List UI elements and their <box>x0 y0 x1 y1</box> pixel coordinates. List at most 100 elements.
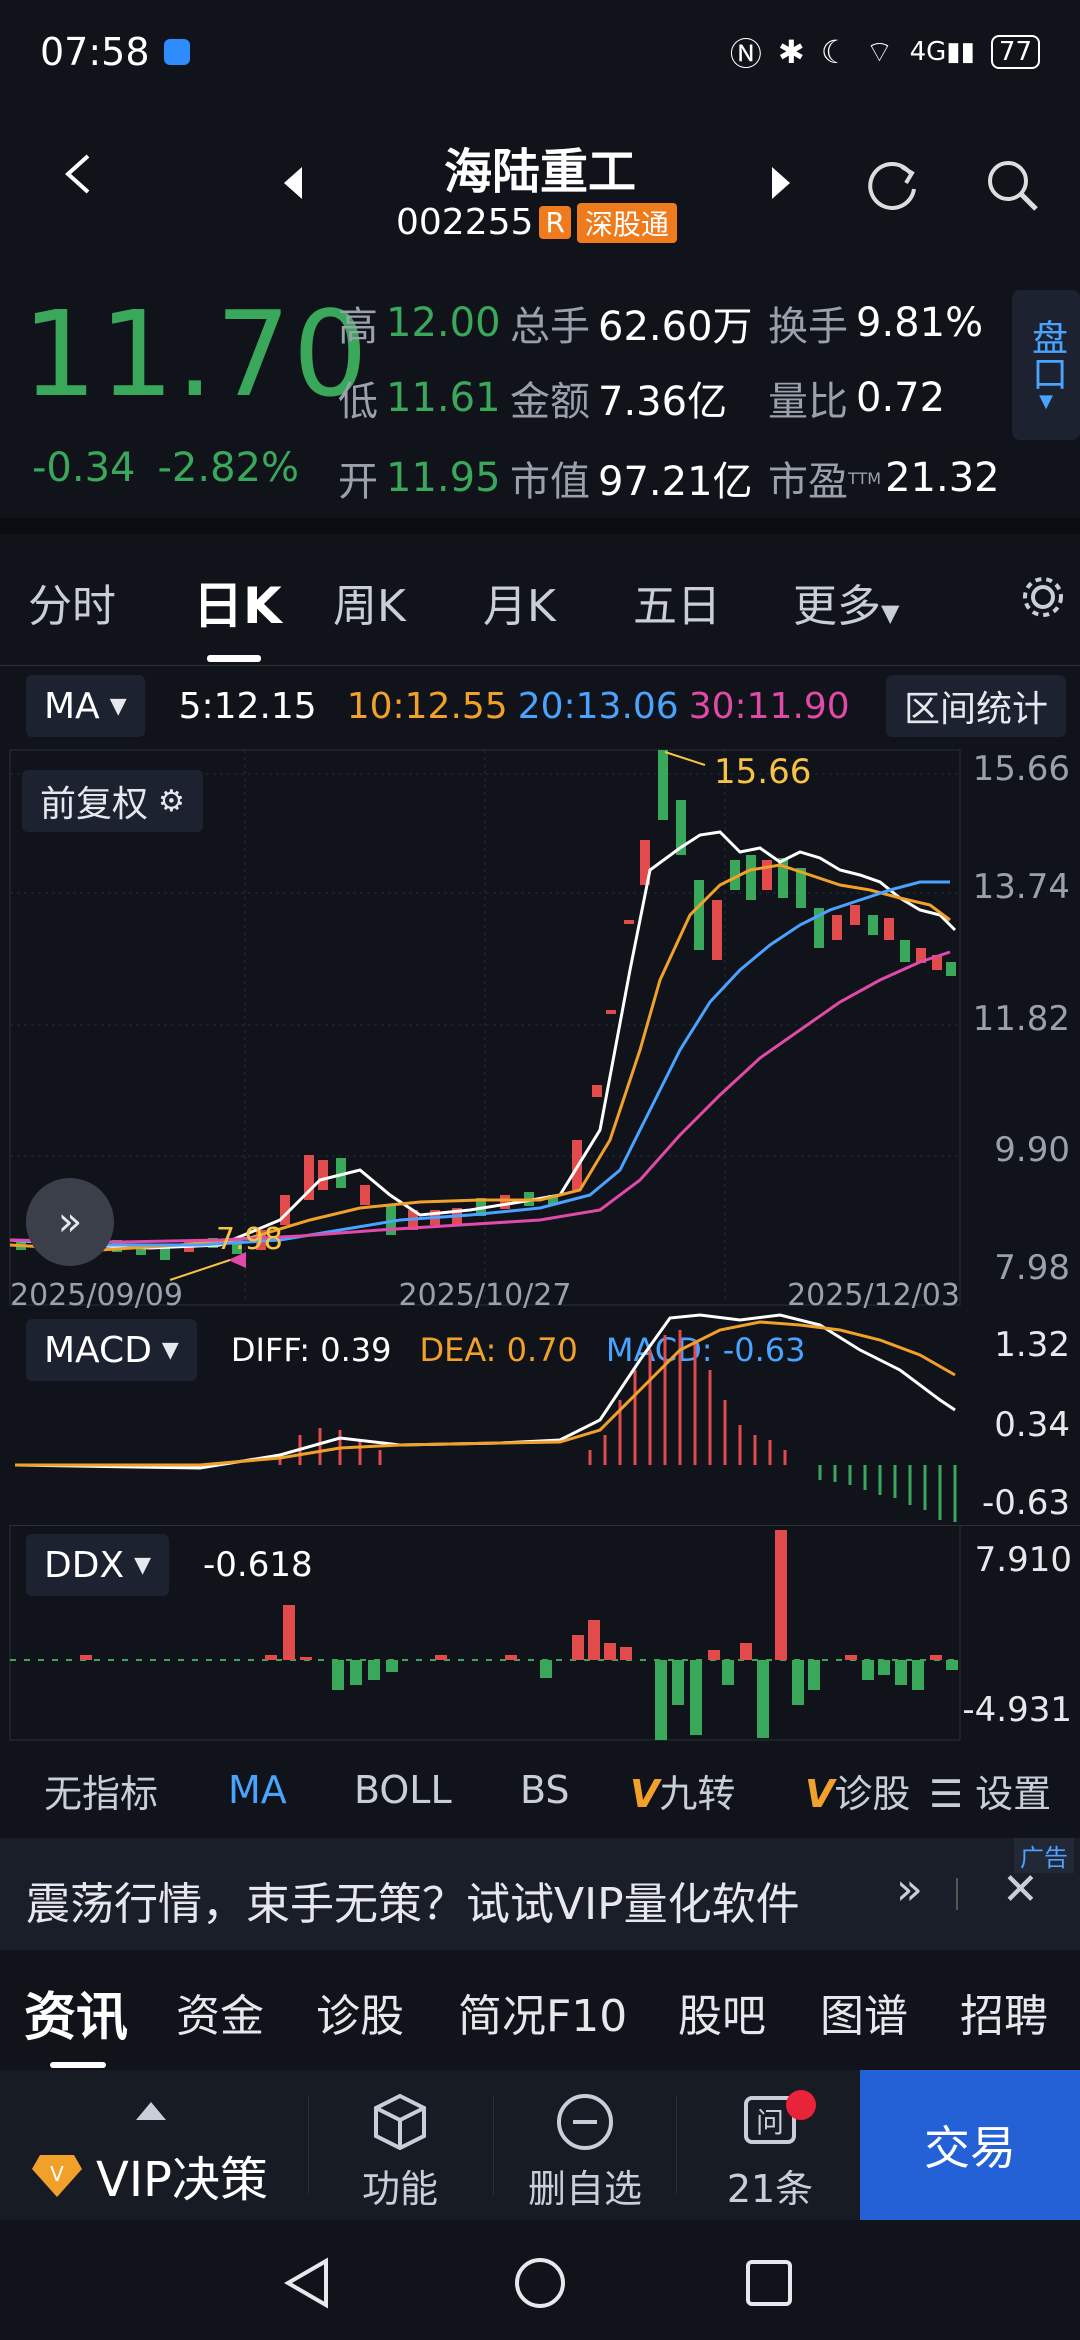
search-icon <box>988 161 1038 211</box>
info-tab-news[interactable]: 资讯 <box>24 1975 176 2050</box>
ma-selector-label: MA <box>44 685 100 727</box>
search-button[interactable] <box>982 155 1042 219</box>
next-stock-button[interactable] <box>768 165 794 205</box>
ma20-value: 20:13.06 <box>517 685 679 727</box>
indicator-diagnose[interactable]: V诊股 <box>805 1763 915 1818</box>
indicator-none[interactable]: 无指标 <box>44 1763 228 1818</box>
date-axis: 2025/09/09 2025/10/27 2025/12/03 <box>10 1278 960 1313</box>
remove-watchlist-label: 删自选 <box>527 2167 642 2211</box>
info-tab-graph[interactable]: 图谱 <box>820 1980 960 2044</box>
refresh-button[interactable] <box>862 155 922 219</box>
status-icons: Ⓝ ✱ ☾ ⌔ 4G▮▮ 77 <box>730 22 1040 82</box>
bar-divider <box>676 2095 677 2195</box>
tab-more[interactable]: 更多▼ <box>793 570 953 634</box>
ma5-value: 5:12.15 <box>178 685 317 727</box>
v-badge-icon: V <box>805 1771 835 1816</box>
ddx-chart <box>9 1525 961 1741</box>
pankou-button[interactable]: 盘口 ▼ <box>1012 290 1080 440</box>
active-tab-indicator <box>207 655 261 662</box>
pankou-label: 盘口 <box>1026 318 1067 391</box>
ask-button[interactable]: 问 21条 <box>710 2090 830 2213</box>
info-tab-diagnose[interactable]: 诊股 <box>316 1980 458 2044</box>
info-tab-forum[interactable]: 股吧 <box>678 1980 820 2044</box>
date-tick: 2025/10/27 <box>398 1278 572 1313</box>
cube-icon <box>374 2093 426 2151</box>
y-tick: 7.910 <box>974 1540 1072 1580</box>
svg-text:V: V <box>50 2162 64 2186</box>
vol-value: 62.60万 <box>598 304 753 350</box>
ma-selector[interactable]: MA ▼ <box>26 675 145 737</box>
amount-label: 金额 <box>510 379 590 425</box>
nav-recents-button[interactable] <box>744 2258 794 2312</box>
quote-grid: 高 12.00 总手 62.60万 换手 9.81% 低 11.61 金额 7.… <box>338 288 1008 518</box>
chart-settings-button[interactable] <box>1018 572 1068 633</box>
macd-y-axis: 1.32 0.34 -0.63 <box>982 1325 1070 1523</box>
info-tab-recruit[interactable]: 招聘 <box>960 1980 1048 2044</box>
adjust-button[interactable]: 前复权 ⚙ <box>22 770 203 832</box>
range-stat-button[interactable]: 区间统计 <box>885 675 1066 737</box>
info-tab-f10[interactable]: 简况F10 <box>458 1980 678 2044</box>
price-change-pct: -2.82% <box>157 445 300 491</box>
caret-down-icon: ▼ <box>1039 390 1053 412</box>
indicator-jiuzhuan-label: 九转 <box>659 1771 736 1816</box>
vip-label: VIP决策 <box>96 2152 268 2208</box>
pe-label: 市盈 <box>768 459 848 505</box>
indicator-diagnose-label: 诊股 <box>834 1771 911 1816</box>
remove-watchlist-button[interactable]: 删自选 <box>520 2090 650 2213</box>
y-tick: 0.34 <box>994 1405 1070 1445</box>
tab-fenshi[interactable]: 分时 <box>28 570 193 634</box>
caret-down-icon: ▼ <box>109 693 127 719</box>
tab-month-k[interactable]: 月K <box>483 570 633 634</box>
wifi-icon: ⌔ <box>865 35 894 70</box>
function-button[interactable]: 功能 <box>345 2090 455 2213</box>
tag-r: R <box>539 206 571 239</box>
indicator-settings-label: 设置 <box>975 1771 1052 1816</box>
adjust-label: 前复权 <box>40 784 149 825</box>
nfc-icon: Ⓝ <box>729 35 762 73</box>
bar-divider <box>493 2095 494 2195</box>
open-label: 开 <box>338 459 378 505</box>
nav-home-icon <box>515 2258 565 2308</box>
indicator-ma[interactable]: MA <box>228 1768 354 1812</box>
expand-up-icon[interactable] <box>134 2100 168 2126</box>
indicator-jiuzhuan[interactable]: V九转 <box>630 1763 805 1818</box>
y-tick: 11.82 <box>972 999 1070 1039</box>
tag-exchange: 深股通 <box>576 202 677 243</box>
stock-code-row: 002255 R 深股通 <box>396 202 677 243</box>
trade-button[interactable]: 交易 <box>860 2070 1080 2220</box>
expand-sidebar-button[interactable]: » <box>26 1178 114 1266</box>
gear-icon <box>1023 576 1063 617</box>
tab-day-k[interactable]: 日K <box>193 566 333 638</box>
signal-icon: 4G▮▮ <box>909 37 975 67</box>
high-mark: 15.66 <box>714 752 811 792</box>
info-tab-indicator <box>50 2062 106 2068</box>
y-tick: 13.74 <box>972 867 1070 907</box>
status-time: 07:58 <box>40 30 150 74</box>
ratio-value: 0.72 <box>856 375 946 421</box>
indicator-bs[interactable]: BS <box>520 1768 630 1812</box>
high-label: 高 <box>338 304 378 350</box>
tab-more-label: 更多 <box>793 581 881 632</box>
current-price: 11.70 <box>22 285 370 423</box>
y-tick: 7.98 <box>994 1248 1070 1288</box>
price-change-row: -0.34 -2.82% <box>32 445 299 491</box>
refresh-icon <box>868 162 916 210</box>
vip-button[interactable]: V VIP决策 <box>30 2140 268 2210</box>
tab-week-k[interactable]: 周K <box>333 570 483 634</box>
ad-banner[interactable]: 震荡行情，束手无策？试试VIP量化软件 » ✕ 广告 <box>0 1838 1080 1950</box>
indicator-settings[interactable]: ☰ 设置 <box>929 1763 1051 1818</box>
notification-dot <box>786 2090 816 2120</box>
ma10-value: 10:12.55 <box>346 685 508 727</box>
indicator-boll[interactable]: BOLL <box>354 1768 520 1812</box>
kline-y-axis: 15.66 13.74 11.82 9.90 7.98 <box>973 752 1070 1285</box>
nav-home-button[interactable] <box>512 2255 568 2315</box>
bluetooth-icon: ✱ <box>777 33 805 71</box>
amount-value: 7.36亿 <box>598 379 728 425</box>
low-mark: 7.98 <box>216 1222 283 1257</box>
y-tick: -4.931 <box>962 1690 1072 1730</box>
ddx-y-axis: 7.910 -4.931 <box>962 1540 1072 1730</box>
nav-back-button[interactable] <box>282 2255 332 2315</box>
tab-five-day[interactable]: 五日 <box>633 570 793 634</box>
macd-dea-line <box>15 1320 956 1467</box>
info-tab-funds[interactable]: 资金 <box>176 1980 316 2044</box>
